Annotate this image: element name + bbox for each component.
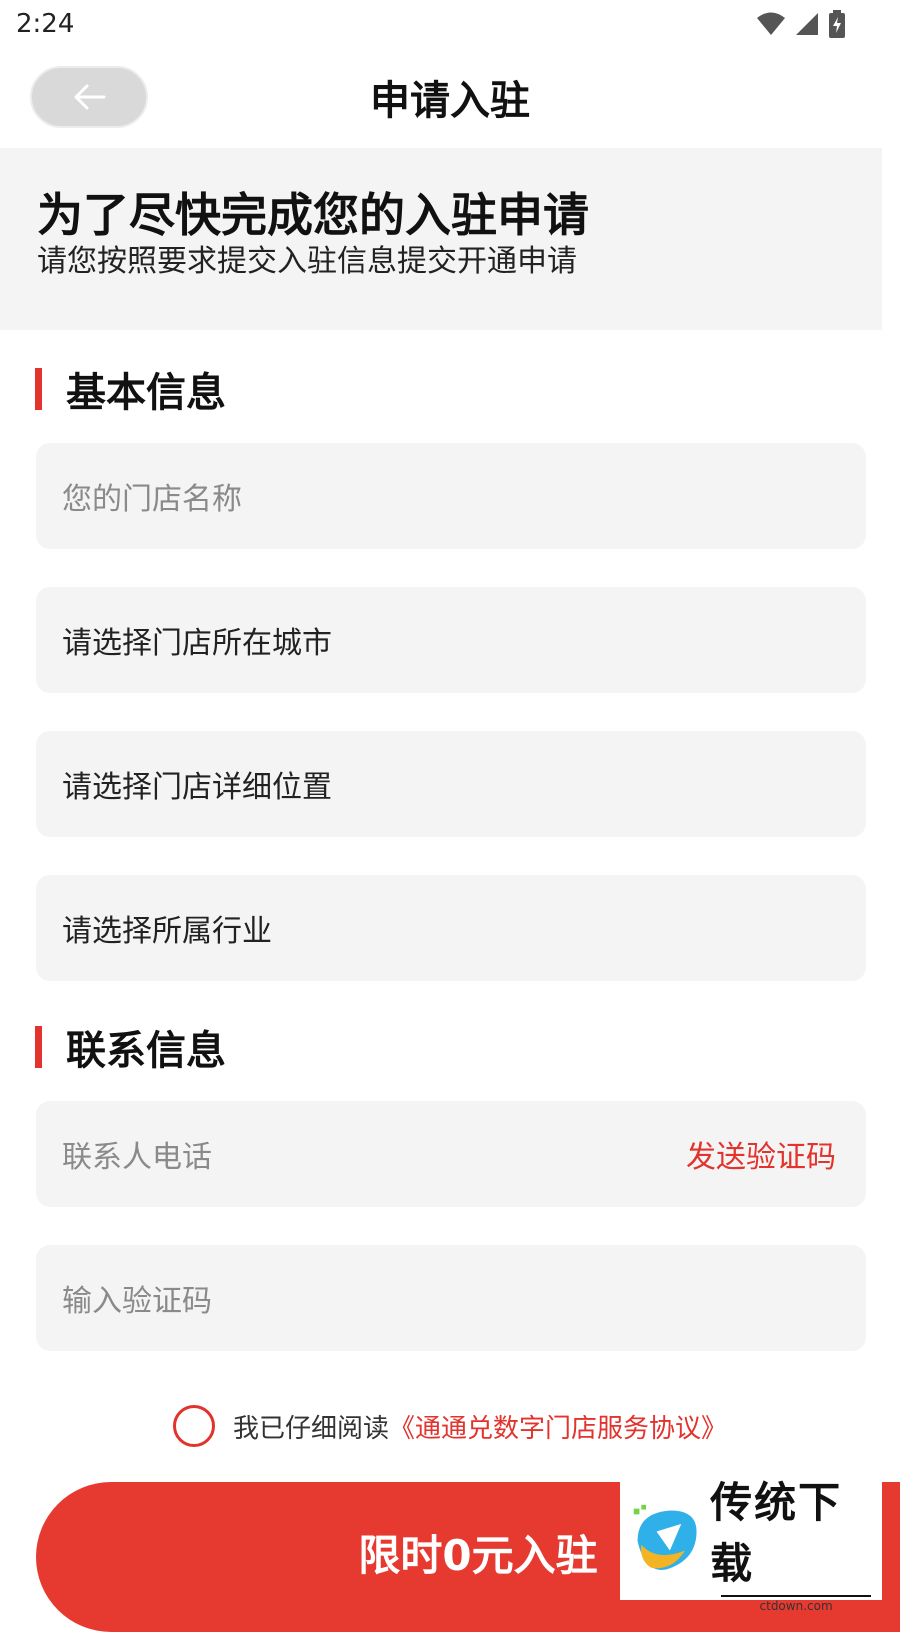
intro-banner: 为了尽快完成您的入驻申请 请您按照要求提交入驻信息提交开通申请 — [0, 148, 882, 330]
agreement-prefix: 我已仔细阅读 — [232, 1413, 389, 1444]
apply-button-label: 限时0元入驻 — [358, 1531, 598, 1580]
code-placeholder: 输入验证码 — [62, 1284, 212, 1319]
status-time: 2:24 — [16, 9, 75, 39]
status-bar: 2:24 — [0, 0, 900, 48]
section-contact-info: 联系信息 — [35, 1018, 226, 1076]
phone-input[interactable]: 联系人电话 发送验证码 — [36, 1101, 866, 1207]
send-code-button[interactable]: 发送验证码 — [686, 1132, 836, 1176]
industry-select[interactable]: 请选择所属行业 — [36, 875, 866, 981]
verification-code-input[interactable]: 输入验证码 — [36, 1245, 866, 1351]
phone-placeholder: 联系人电话 — [62, 1140, 212, 1175]
city-select[interactable]: 请选择门店所在城市 — [36, 587, 866, 693]
section-title: 联系信息 — [66, 1028, 226, 1074]
agreement-row: 我已仔细阅读 《通通兑数字门店服务协议》 — [0, 1405, 900, 1447]
page-title: 申请入驻 — [370, 78, 530, 124]
battery-icon — [829, 10, 845, 38]
industry-select-label: 请选择所属行业 — [62, 914, 272, 949]
store-name-input[interactable]: 您的门店名称 — [36, 443, 866, 549]
banner-subtitle: 请您按照要求提交入驻信息提交开通申请 — [37, 244, 577, 279]
agreement-link[interactable]: 《通通兑数字门店服务协议》 — [389, 1408, 727, 1445]
section-title: 基本信息 — [66, 370, 226, 416]
watermark-logo-icon — [633, 1504, 697, 1570]
watermark: 传统下载 ctdown.com — [620, 1478, 882, 1613]
store-name-placeholder: 您的门店名称 — [62, 482, 242, 517]
status-icons — [756, 10, 846, 38]
cell-signal-icon — [796, 13, 818, 35]
wifi-icon — [757, 12, 785, 35]
section-accent-bar — [35, 1026, 42, 1068]
watermark-title: 传统下载 — [710, 1478, 843, 1588]
agreement-radio[interactable] — [172, 1405, 215, 1447]
section-basic-info: 基本信息 — [35, 360, 226, 418]
watermark-subtitle: ctdown.com — [721, 1595, 872, 1613]
address-select-label: 请选择门店详细位置 — [62, 770, 332, 805]
section-accent-bar — [35, 368, 42, 410]
address-select[interactable]: 请选择门店详细位置 — [36, 731, 866, 837]
app-header: 申请入驻 — [0, 48, 900, 148]
banner-title: 为了尽快完成您的入驻申请 — [37, 188, 589, 242]
city-select-label: 请选择门店所在城市 — [62, 626, 332, 661]
